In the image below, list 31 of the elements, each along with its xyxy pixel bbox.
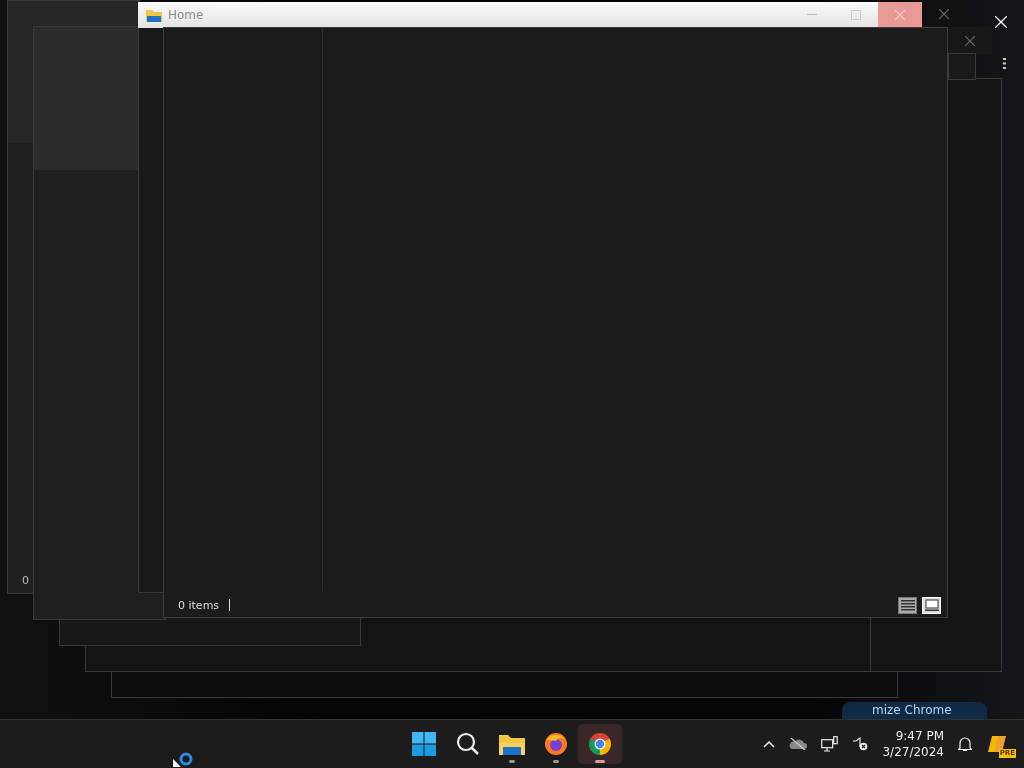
speaker-muted-icon[interactable]	[852, 737, 869, 751]
folder-icon	[146, 8, 162, 22]
cloud-off-icon[interactable]	[789, 738, 808, 750]
taskbar-app-button[interactable]	[578, 724, 622, 764]
search-icon	[456, 732, 480, 756]
bell-icon[interactable]	[958, 736, 972, 752]
close-icon	[895, 10, 905, 20]
close-button[interactable]	[878, 2, 922, 28]
tiles-icon	[924, 599, 939, 611]
tiles-view-button[interactable]	[922, 596, 941, 614]
close-icon[interactable]	[995, 16, 1007, 28]
more-icon[interactable]	[1003, 58, 1006, 69]
customize-chrome-button[interactable]: mize Chrome	[842, 702, 987, 719]
status-text: 0	[22, 574, 29, 587]
ring-icon	[179, 752, 193, 766]
clock-time[interactable]: 9:47 PM	[895, 728, 944, 744]
minimize-icon	[807, 14, 817, 16]
network-icon[interactable]	[821, 736, 839, 752]
list-icon	[900, 599, 915, 611]
chevron-up-icon[interactable]	[763, 740, 776, 748]
maximize-icon	[851, 10, 861, 20]
item-count: 0 items	[178, 598, 220, 612]
close-icon	[965, 35, 975, 46]
details-view-button[interactable]	[898, 596, 917, 614]
folder-icon	[499, 733, 525, 755]
windows-icon	[412, 732, 436, 756]
browser-icon	[588, 732, 612, 756]
window-title: Home	[168, 8, 204, 22]
clock-date[interactable]: 3/27/2024	[882, 744, 944, 760]
close-icon	[939, 8, 949, 19]
cursor-icon	[173, 759, 181, 767]
